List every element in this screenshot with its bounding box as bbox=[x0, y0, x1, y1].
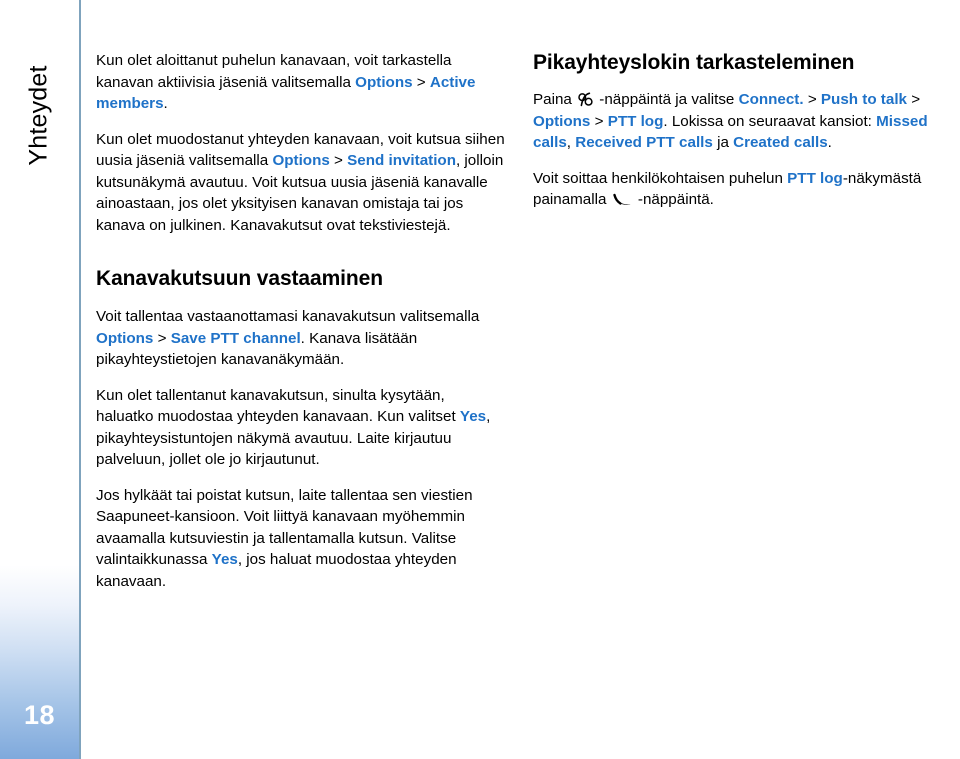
ui-term-options: Options bbox=[96, 329, 154, 347]
section-heading-pikayhteyslokin-tarkasteleminen: Pikayhteyslokin tarkasteleminen bbox=[533, 51, 855, 74]
menu-separator: > bbox=[590, 112, 608, 130]
ui-term-created-calls: Created calls bbox=[733, 134, 828, 151]
menu-separator: > bbox=[153, 329, 171, 347]
text-run: Voit tallentaa vastaanottamasi kanavakut… bbox=[96, 308, 480, 325]
paragraph-active-members: Kun olet aloittanut puhelun kanavaan, vo… bbox=[96, 50, 506, 115]
menu-separator: > bbox=[803, 91, 821, 108]
paragraph-ptt-log-path: Paina -näppäintä ja valitse Connect. > P… bbox=[533, 89, 960, 154]
left-text-column: Kun olet aloittanut puhelun kanavaan, vo… bbox=[96, 50, 506, 592]
paragraph-send-invitation: Kun olet muodostanut yhteyden kanavaan, … bbox=[96, 129, 506, 237]
ui-term-received-ptt-calls: Received PTT calls bbox=[575, 134, 713, 151]
ui-term-yes: Yes bbox=[211, 551, 238, 568]
text-run: . bbox=[827, 134, 832, 151]
text-run: Kun olet tallentanut kanavakutsun, sinul… bbox=[96, 386, 460, 426]
text-run: Voit soittaa henkilökohtaisen puhelun bbox=[533, 169, 788, 187]
call-key-icon bbox=[612, 193, 632, 207]
page-content: Kun olet aloittanut puhelun kanavaan, vo… bbox=[0, 0, 960, 759]
text-run: ja bbox=[712, 134, 734, 151]
paragraph-personal-call: Voit soittaa henkilökohtaisen puhelun PT… bbox=[533, 168, 960, 211]
menu-separator: > bbox=[906, 91, 921, 108]
text-run: Paina bbox=[533, 91, 577, 108]
text-run: , bbox=[566, 134, 576, 151]
paragraph-reject-invitation: Jos hylkäät tai poistat kutsun, laite ta… bbox=[96, 485, 506, 593]
text-run: -näppäintä. bbox=[633, 191, 714, 208]
paragraph-connect-prompt: Kun olet tallentanut kanavakutsun, sinul… bbox=[96, 385, 506, 471]
right-text-column: Pikayhteyslokin tarkasteleminen Paina -n… bbox=[533, 50, 960, 211]
text-run: . Lokissa on seuraavat kansiot: bbox=[663, 112, 877, 130]
ui-term-options: Options bbox=[355, 73, 413, 91]
ui-term-save-ptt-channel: Save PTT channel bbox=[170, 329, 301, 347]
menu-separator: > bbox=[329, 152, 348, 169]
ui-term-yes: Yes bbox=[459, 408, 487, 425]
ui-term-ptt-log: PTT log bbox=[607, 112, 664, 130]
ui-term-options: Options bbox=[533, 112, 591, 130]
ui-term-connect: Connect. bbox=[738, 91, 804, 108]
ui-term-ptt-log: PTT log bbox=[787, 169, 843, 187]
paragraph-save-ptt-channel: Voit tallentaa vastaanottamasi kanavakut… bbox=[96, 306, 506, 371]
ui-term-push-to-talk: Push to talk bbox=[820, 91, 907, 108]
ui-term-send-invitation: Send invitation bbox=[347, 152, 456, 169]
text-run: -näppäintä ja valitse bbox=[595, 91, 739, 108]
ui-term-options: Options bbox=[272, 152, 330, 169]
section-heading-kanavakutsuun-vastaaminen: Kanavakutsuun vastaaminen bbox=[96, 267, 383, 290]
menu-key-icon bbox=[578, 92, 593, 107]
text-run: . bbox=[163, 95, 168, 112]
menu-separator: > bbox=[412, 73, 430, 91]
